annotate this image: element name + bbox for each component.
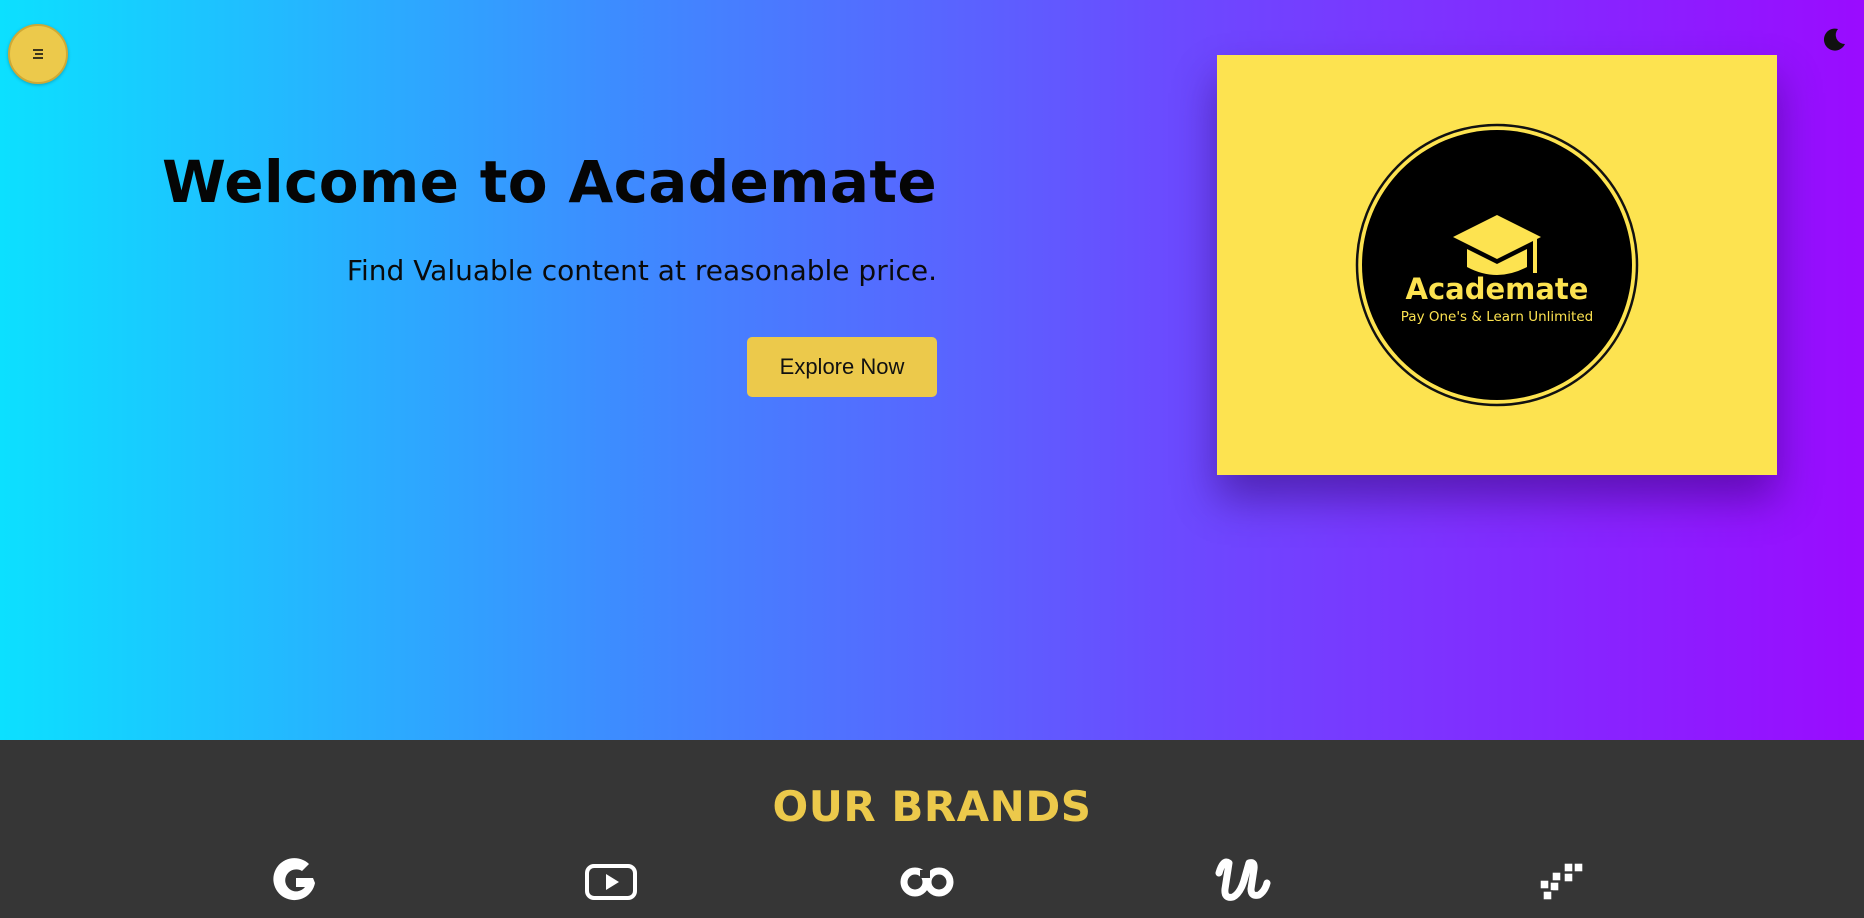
theme-toggle[interactable] — [1820, 26, 1848, 54]
menu-button[interactable] — [8, 24, 68, 84]
logo-name: Academate — [1406, 272, 1589, 306]
brand-coursera[interactable] — [897, 856, 957, 912]
udemy-icon — [1213, 855, 1273, 913]
logo-tagline: Pay One's & Learn Unlimited — [1401, 309, 1593, 325]
brand-google[interactable] — [265, 856, 325, 912]
brand-youtube[interactable] — [581, 856, 641, 912]
hamburger-icon — [30, 47, 46, 61]
brands-title: OUR BRANDS — [772, 782, 1092, 831]
academate-logo: Academate Pay One's & Learn Unlimited — [1355, 123, 1639, 407]
hero-subtitle: Find Valuable content at reasonable pric… — [346, 254, 937, 287]
coursera-icon — [896, 862, 958, 906]
moon-icon — [1820, 28, 1848, 58]
youtube-icon — [584, 862, 638, 906]
edx-cubes-icon — [1534, 860, 1586, 908]
page-title: Welcome to Academate — [162, 148, 937, 216]
explore-now-button[interactable]: Explore Now — [747, 337, 937, 397]
brand-edx[interactable] — [1530, 856, 1590, 912]
brand-udemy[interactable] — [1213, 856, 1273, 912]
google-icon — [269, 856, 321, 912]
logo-card: Academate Pay One's & Learn Unlimited — [1217, 55, 1777, 475]
